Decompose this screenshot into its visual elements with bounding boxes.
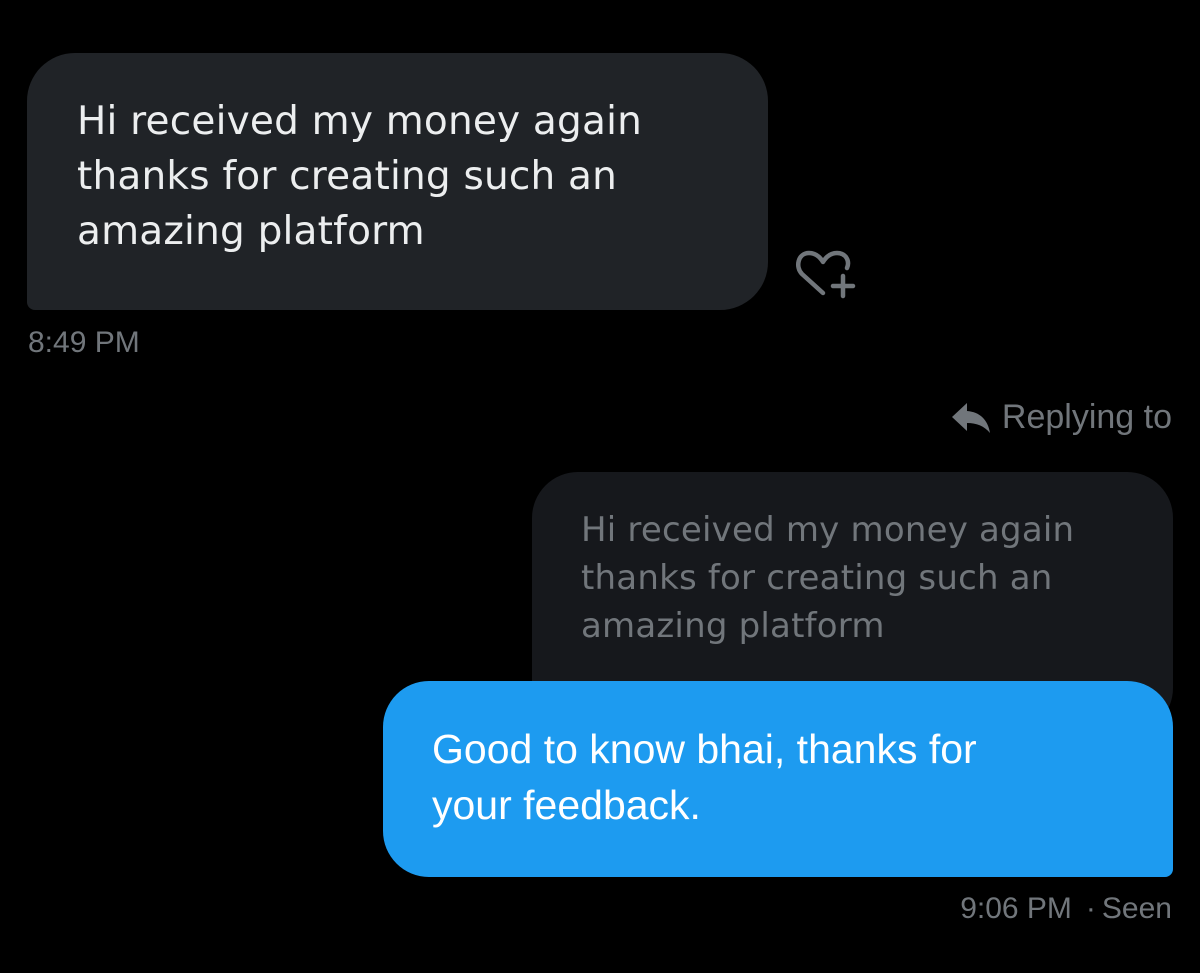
outgoing-message-meta: 9:06 PM · Seen xyxy=(960,892,1172,926)
dm-conversation: { "messages": { "incoming": { "text": "H… xyxy=(0,0,1200,973)
outgoing-message-bubble[interactable]: Good to know bhai, thanks for your feedb… xyxy=(383,681,1173,877)
incoming-message-bubble[interactable]: Hi received my money again thanks for cr… xyxy=(27,53,768,310)
outgoing-message-text: Good to know bhai, thanks for your feedb… xyxy=(432,726,977,828)
replying-to-label: Replying to xyxy=(1001,398,1172,436)
replying-to-indicator: Replying to xyxy=(950,398,1172,437)
seen-status: Seen xyxy=(1101,892,1172,925)
incoming-message-text: Hi received my money again thanks for cr… xyxy=(77,99,643,254)
heart-plus-icon[interactable] xyxy=(793,246,861,302)
reply-arrow-icon xyxy=(951,402,990,433)
meta-separator: · xyxy=(1085,892,1096,925)
quoted-message-text: Hi received my money again thanks for cr… xyxy=(581,510,1075,646)
outgoing-message-time: 9:06 PM xyxy=(960,892,1072,925)
incoming-message-time: 8:49 PM xyxy=(28,326,140,359)
